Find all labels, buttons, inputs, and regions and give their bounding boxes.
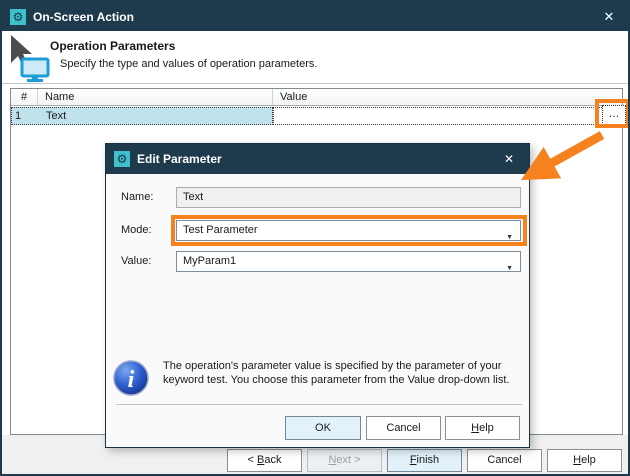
table-row[interactable]: 1 Text [11, 107, 622, 125]
svg-text:i: i [128, 367, 135, 393]
back-label-post: ack [264, 454, 281, 466]
value-ellipsis-button[interactable]: … [602, 105, 626, 125]
back-label-pre: < [248, 454, 257, 466]
mode-field-label: Mode: [121, 224, 152, 236]
window-close-icon[interactable]: ✕ [600, 8, 618, 26]
wizard-header: Operation Parameters Specify the type an… [2, 31, 628, 84]
chevron-down-icon[interactable]: ▼ [506, 228, 513, 247]
mode-dropdown-value: Test Parameter [183, 224, 258, 236]
window-title: On-Screen Action [33, 10, 134, 24]
onscreen-action-cursor-monitor-icon [5, 33, 51, 86]
dialog-help-key: H [471, 422, 479, 434]
page-title: Operation Parameters [50, 39, 175, 53]
next-button: Next > [307, 449, 382, 472]
row-name-cell: Text [38, 110, 66, 122]
help-label-key: H [573, 454, 581, 466]
chevron-down-icon[interactable]: ▼ [506, 259, 513, 278]
cancel-button[interactable]: Cancel [467, 449, 542, 472]
help-label-post: elp [581, 454, 596, 466]
mode-dropdown[interactable]: Test Parameter ▼ [176, 220, 521, 241]
finish-label-key: F [410, 454, 417, 466]
info-icon: i [112, 359, 150, 400]
window-titlebar: ⚙ On-Screen Action ✕ [2, 2, 628, 31]
table-header-row: # Name Value [11, 89, 622, 106]
dialog-titlebar: ⚙ Edit Parameter ✕ [106, 144, 529, 174]
info-message: The operation's parameter value is speci… [163, 359, 528, 387]
back-button[interactable]: < Back [227, 449, 302, 472]
page-subtitle: Specify the type and values of operation… [60, 58, 317, 70]
dialog-title: Edit Parameter [137, 152, 222, 166]
row-value-cell[interactable] [273, 107, 622, 125]
value-dropdown[interactable]: MyParam1 ▼ [176, 251, 521, 272]
row-number-cell: 1 [11, 110, 38, 122]
name-field: Text [176, 187, 521, 208]
finish-button[interactable]: Finish [387, 449, 462, 472]
dialog-separator [116, 404, 522, 405]
column-header-name[interactable]: Name [38, 89, 273, 105]
name-field-label: Name: [121, 191, 153, 203]
selected-row-cells[interactable]: 1 Text [11, 107, 273, 125]
app-gear-icon: ⚙ [10, 9, 26, 25]
value-field-label: Value: [121, 255, 151, 267]
next-label-post: ext > [336, 454, 360, 466]
edit-parameter-dialog: ⚙ Edit Parameter ✕ Name: Text Mode: Test… [105, 143, 530, 448]
column-header-value[interactable]: Value [273, 89, 622, 105]
dialog-help-button[interactable]: Help [445, 416, 520, 440]
dialog-cancel-button[interactable]: Cancel [366, 416, 441, 440]
on-screen-action-window: ⚙ On-Screen Action ✕ Operation Parameter… [0, 0, 630, 476]
dialog-help-post: elp [479, 422, 494, 434]
dialog-close-icon[interactable]: ✕ [501, 151, 517, 167]
ok-button[interactable]: OK [285, 416, 361, 440]
value-dropdown-value: MyParam1 [183, 255, 236, 267]
column-header-num[interactable]: # [11, 89, 38, 105]
dialog-gear-icon: ⚙ [114, 151, 130, 167]
finish-label-post: inish [417, 454, 440, 466]
help-button[interactable]: Help [547, 449, 622, 472]
